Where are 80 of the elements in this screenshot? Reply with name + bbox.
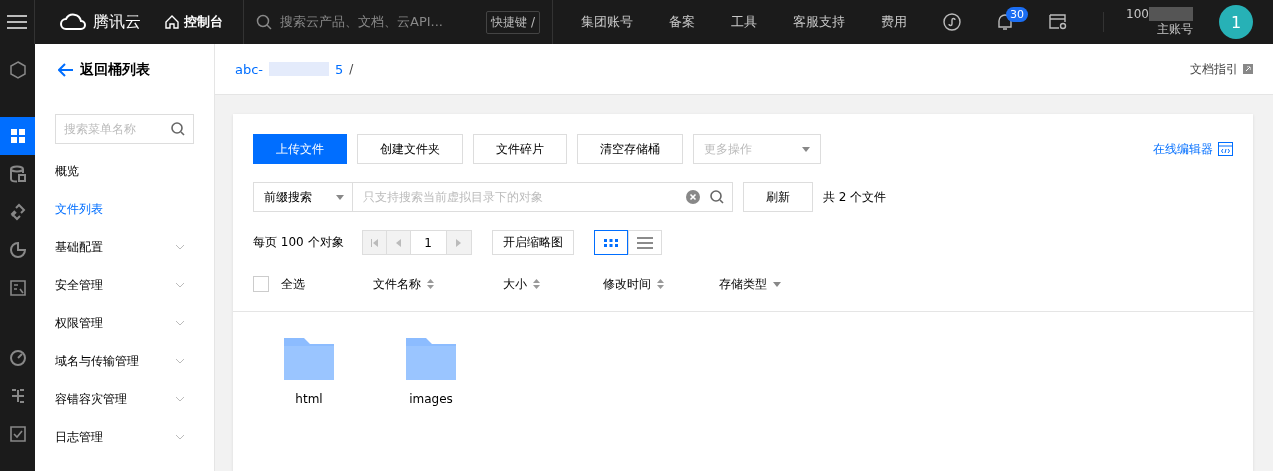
file-name[interactable]: images [409,392,453,406]
sidebar-item[interactable]: 权限管理 [55,304,194,342]
sidebar-item[interactable]: 概览 [55,152,194,190]
grid-icon [603,238,618,247]
sidebar-item[interactable]: 安全管理 [55,266,194,304]
brand-name: 腾讯云 [93,11,141,33]
chevron-down-icon [176,434,184,440]
search-icon [256,14,272,30]
select-all-checkbox[interactable] [253,276,269,292]
sidebar-item[interactable]: 日志管理 [55,418,194,456]
chevron-down-icon [176,282,184,288]
clear-icon[interactable] [686,190,700,204]
sort-icon[interactable] [657,279,664,289]
caret-icon [802,146,810,152]
gauge-icon[interactable] [8,349,27,367]
refresh-button[interactable]: 刷新 [743,182,813,212]
chart-box-icon[interactable] [8,279,27,297]
page-size-label: 每页 100 个对象 [253,234,344,251]
chevron-down-icon [176,358,184,364]
nav-link[interactable]: 工具 [717,13,772,31]
menu-icon[interactable] [6,14,28,30]
cloud-logo-icon [59,13,87,31]
thumbnail-button[interactable]: 开启缩略图 [491,230,574,255]
file-name[interactable]: html [295,392,323,406]
notification-badge: 30 [1006,7,1029,22]
redacted-block [1149,6,1193,21]
column-header[interactable]: 大小 [503,275,527,293]
action-button[interactable]: 文件碎片 [473,134,567,164]
online-editor-link[interactable]: 在线编辑器 [1153,140,1233,158]
column-header[interactable]: 全选 [281,275,305,293]
redacted-block [269,62,330,76]
search-placeholder: 搜索云产品、文档、云API... [280,13,444,31]
pie-icon[interactable] [8,241,27,259]
action-button[interactable]: 创建文件夹 [357,134,463,164]
sort-icon[interactable] [533,279,540,289]
filter-caret-icon[interactable] [773,281,781,287]
nav-link[interactable]: 备案 [655,13,710,31]
grid-icon[interactable] [8,127,27,145]
arrow-left-icon [58,63,74,77]
bucket-breadcrumb[interactable]: abc- [235,61,264,77]
sort-icon[interactable] [427,279,434,289]
sidebar-item[interactable]: 容错容灾管理 [55,380,194,418]
search-icon [171,122,185,136]
cube-icon[interactable] [8,61,27,79]
chevron-down-icon [176,320,184,326]
file-count: 共 2 个文件 [823,188,887,206]
back-link[interactable]: 返回桶列表 [58,44,194,96]
shortcut-key: 快捷键 / [486,10,541,34]
list-icon [636,236,653,249]
external-link-icon [1243,64,1253,74]
action-button[interactable]: 上传文件 [253,134,347,164]
chevron-down-icon [176,244,184,250]
column-header[interactable]: 文件名称 [373,275,421,293]
code-icon [1218,142,1233,156]
console-link[interactable]: 控制台 [184,13,223,31]
link-icon[interactable] [8,203,27,221]
checkbox-icon[interactable] [8,425,27,443]
nav-link[interactable]: 客服支持 [779,13,860,31]
mini-program-icon[interactable] [943,13,962,31]
sidebar-item[interactable]: 域名与传输管理 [55,342,194,380]
breadcrumb-separator: / [349,62,354,76]
nav-link[interactable]: 集团账号 [567,13,648,31]
account-id[interactable]: 100 [1126,6,1149,21]
sidebar-item[interactable]: 基础配置 [55,228,194,266]
chevron-down-icon [176,396,184,402]
ticket-icon[interactable] [1049,14,1068,30]
view-toggle-button[interactable] [593,230,628,255]
action-button[interactable]: 清空存储桶 [577,134,683,164]
doc-guide-link[interactable]: 文档指引 [1190,60,1238,78]
bucket-breadcrumb-tail[interactable]: 5 [335,61,344,77]
nav-link[interactable]: 费用 [867,13,922,31]
account-role: 主账号 [1157,20,1193,38]
column-header[interactable]: 修改时间 [603,275,651,293]
sidebar-item[interactable]: 文件列表 [55,190,194,228]
search-mode-select[interactable]: 前缀搜索 [253,182,353,212]
database-icon[interactable] [8,165,27,183]
home-icon[interactable] [165,15,179,29]
column-header[interactable]: 存储类型 [719,275,767,293]
caret-icon [336,194,344,200]
search-icon[interactable] [710,190,724,204]
